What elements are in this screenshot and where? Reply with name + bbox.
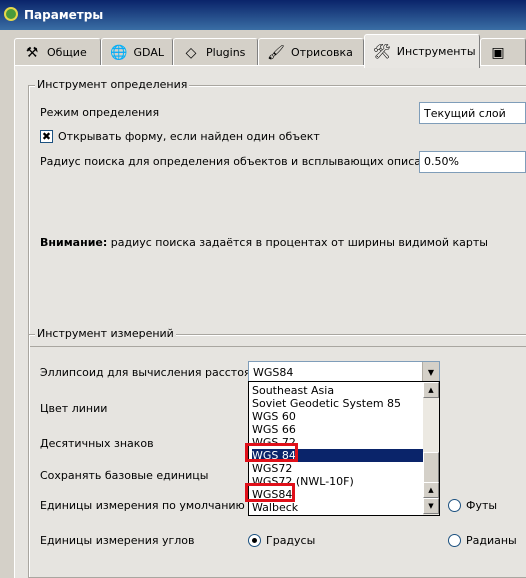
list-item[interactable]: Walbeck [252,501,424,514]
scroll-up-icon[interactable]: ▲ [423,382,439,398]
dropdown-scrollbar[interactable]: ▲ ▲ ▼ [423,382,439,515]
identify-group: Инструмент определения [28,78,526,347]
feet-radio[interactable] [448,499,461,512]
ellipsoid-select[interactable]: WGS84 ▼ [248,361,440,383]
tab-label: Инструменты [396,45,476,58]
list-item[interactable]: WGS 60 [252,410,424,423]
search-radius-label: Радиус поиска для определения объектов и… [40,155,443,168]
tab-label: Общие [47,46,87,59]
measure-group-title: Инструмент измерений [35,327,176,340]
identify-mode-value: Текущий слой [424,106,506,120]
highlight-box-wgs84 [245,483,295,502]
note-bold: Внимание: [40,236,108,249]
gdal-icon: 🌐 [110,44,128,61]
plugin-icon: ◇ [185,44,197,61]
list-item[interactable]: Southeast Asia [252,384,424,397]
radians-radio[interactable] [448,534,461,547]
keep-base-units-label: Сохранять базовые единицы [40,469,209,482]
tab-rendering[interactable]: 🖌 Отрисовка [258,38,364,66]
angle-units-label: Единицы измерения углов [40,534,195,547]
degrees-label: Градусы [266,534,316,547]
open-form-label: Открывать форму, если найден один объект [58,130,320,143]
list-item[interactable]: WGS 66 [252,423,424,436]
tab-more[interactable]: ▣ [480,38,526,66]
line-color-label: Цвет линии [40,402,108,415]
decimal-places-label: Десятичных знаков [40,437,154,450]
identify-mode-label: Режим определения [40,106,160,119]
search-radius-input[interactable]: 0.50% [419,151,526,173]
note-text: Внимание: радиус поиска задаётся в проце… [40,236,488,249]
ellipsoid-value: WGS84 [253,365,294,379]
radians-label: Радианы [466,534,517,547]
qgis-app-icon [4,7,18,21]
ellipsoid-label: Эллипсоид для вычисления расстояний [40,366,273,379]
brush-icon: 🖌 [267,44,285,61]
chevron-down-icon[interactable]: ▼ [422,362,439,382]
scrollbar-thumb[interactable] [423,452,439,484]
tab-label: Отрисовка [291,46,353,59]
list-item[interactable]: Soviet Geodetic System 85 [252,397,424,410]
degrees-radio[interactable] [248,534,261,547]
identify-group-title: Инструмент определения [35,78,190,91]
tab-general[interactable]: ⚒ Общие [14,38,101,66]
check-icon: ✖ [41,130,52,143]
scroll-up-icon[interactable]: ▲ [423,482,439,498]
tab-plugins[interactable]: ◇ Plugins [173,38,258,66]
open-form-checkbox[interactable]: ✖ [40,130,53,143]
feet-label: Футы [466,499,498,512]
window-icon: ▣ [491,44,505,61]
identify-mode-select[interactable]: Текущий слой [419,102,526,124]
tools-icon: ⚒ [25,44,39,61]
tab-label: GDAL [133,46,164,59]
tab-gdal[interactable]: 🌐 GDAL [101,38,173,66]
title-bar: Параметры [0,0,526,30]
default-units-label: Единицы измерения по умолчанию [40,499,245,512]
tab-label: Plugins [206,46,246,59]
note-body: радиус поиска задаётся в процентах от ши… [107,236,488,249]
toolbox-icon: 🛠 [373,43,391,60]
highlight-box-wgs-84 [245,443,298,462]
scroll-down-icon[interactable]: ▼ [423,498,439,514]
tab-tools[interactable]: 🛠 Инструменты [364,34,480,68]
tab-bar: ⚒ Общие 🌐 GDAL ◇ Plugins 🖌 Отрисовка 🛠 И… [14,34,526,68]
window-title: Параметры [24,8,104,22]
list-item[interactable]: WGS72 [252,462,424,475]
